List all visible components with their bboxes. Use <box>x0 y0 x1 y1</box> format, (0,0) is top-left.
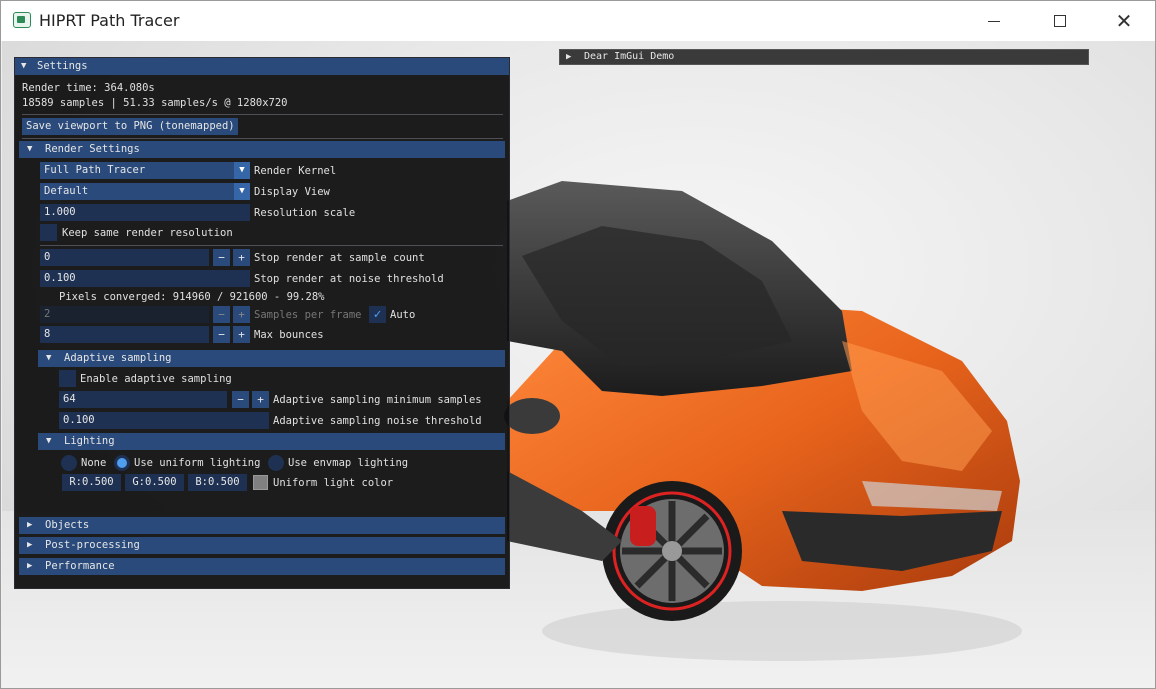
render-time-text: Render time: 364.080s <box>22 82 155 94</box>
objects-title: Objects <box>45 519 90 531</box>
post-processing-header[interactable]: ▶ Post-processing <box>19 537 505 554</box>
adaptive-min-samples-input[interactable]: 64 <box>59 391 227 408</box>
close-icon: ✕ <box>1115 9 1133 33</box>
expanded-arrow-icon: ▼ <box>46 353 52 363</box>
adaptive-noise-threshold-input[interactable]: 0.100 <box>59 412 269 429</box>
app-icon <box>13 12 31 28</box>
resolution-scale-label: Resolution scale <box>254 207 356 219</box>
adaptive-sampling-header[interactable]: ▼ Adaptive sampling <box>38 350 505 367</box>
enable-adaptive-checkbox[interactable] <box>59 370 76 387</box>
auto-checkbox[interactable]: ✓ <box>369 306 386 323</box>
adaptive-min-samples-label: Adaptive sampling minimum samples <box>273 394 482 406</box>
maximize-button[interactable] <box>1037 1 1083 41</box>
light-color-swatch[interactable] <box>253 475 268 490</box>
stop-noise-threshold-input[interactable]: 0.100 <box>40 270 250 287</box>
max-bounces-label: Max bounces <box>254 329 324 341</box>
expanded-arrow-icon: ▼ <box>27 144 33 154</box>
stop-sample-count-label: Stop render at sample count <box>254 252 425 264</box>
light-color-r-input[interactable]: R:0.500 <box>62 474 121 491</box>
increment-button[interactable]: + <box>233 326 250 343</box>
close-button[interactable]: ✕ <box>1101 1 1147 41</box>
decrement-button[interactable]: − <box>232 391 249 408</box>
lighting-envmap-label: Use envmap lighting <box>288 457 409 469</box>
expanded-arrow-icon: ▼ <box>46 436 52 446</box>
decrement-button[interactable]: − <box>213 306 230 323</box>
auto-label: Auto <box>390 309 416 321</box>
lighting-uniform-label: Use uniform lighting <box>134 457 261 469</box>
display-view-label: Display View <box>254 186 330 198</box>
increment-button[interactable]: + <box>252 391 269 408</box>
minimize-button[interactable] <box>971 1 1017 41</box>
keep-resolution-label: Keep same render resolution <box>62 227 233 239</box>
light-color-g-input[interactable]: G:0.500 <box>125 474 184 491</box>
save-viewport-button[interactable]: Save viewport to PNG (tonemapped) <box>22 118 238 135</box>
lighting-header[interactable]: ▼ Lighting <box>38 433 505 450</box>
render-viewport[interactable]: ▶ Dear ImGui Demo ▼ Settings Render time… <box>2 41 1155 688</box>
performance-header[interactable]: ▶ Performance <box>19 558 505 575</box>
demo-window-title: Dear ImGui Demo <box>584 51 675 62</box>
title-bar[interactable]: HIPRT Path Tracer ✕ <box>1 1 1155 41</box>
separator <box>22 114 503 115</box>
minimize-icon <box>988 20 1000 22</box>
app-window: HIPRT Path Tracer ✕ ▶ Dear ImGui Demo ▼ … <box>0 0 1156 689</box>
samples-per-frame-label: Samples per frame <box>254 309 362 321</box>
objects-header[interactable]: ▶ Objects <box>19 517 505 534</box>
increment-button[interactable]: + <box>233 306 250 323</box>
lighting-envmap-radio[interactable] <box>268 455 284 471</box>
light-color-label: Uniform light color <box>273 477 394 489</box>
lighting-uniform-radio[interactable] <box>114 455 130 471</box>
settings-window: ▼ Settings Render time: 364.080s 18589 s… <box>14 57 510 589</box>
enable-adaptive-label: Enable adaptive sampling <box>80 373 232 385</box>
increment-button[interactable]: + <box>233 249 250 266</box>
demo-window-collapsed[interactable]: ▶ Dear ImGui Demo <box>559 49 1089 65</box>
keep-resolution-checkbox[interactable] <box>40 224 57 241</box>
separator <box>40 245 503 246</box>
resolution-scale-input[interactable]: 1.000 <box>40 204 250 221</box>
chevron-down-icon[interactable]: ▼ <box>234 162 250 179</box>
render-settings-title: Render Settings <box>45 143 140 155</box>
collapsed-arrow-icon: ▶ <box>27 520 33 530</box>
render-kernel-label: Render Kernel <box>254 165 337 177</box>
lighting-none-label: None <box>81 457 107 469</box>
max-bounces-input[interactable]: 8 <box>40 326 209 343</box>
expanded-arrow-icon: ▼ <box>21 61 27 71</box>
collapsed-arrow-icon: ▶ <box>27 561 33 571</box>
adaptive-noise-threshold-label: Adaptive sampling noise threshold <box>273 415 482 427</box>
display-view-combo[interactable]: Default <box>40 183 234 200</box>
chevron-down-icon[interactable]: ▼ <box>234 183 250 200</box>
collapsed-arrow-icon: ▶ <box>566 52 572 62</box>
pixels-converged-text: Pixels converged: 914960 / 921600 - 99.2… <box>59 291 325 303</box>
collapsed-arrow-icon: ▶ <box>27 540 33 550</box>
lighting-title: Lighting <box>64 435 115 447</box>
settings-title: Settings <box>37 60 88 72</box>
light-color-b-input[interactable]: B:0.500 <box>188 474 247 491</box>
adaptive-sampling-title: Adaptive sampling <box>64 352 172 364</box>
render-kernel-combo[interactable]: Full Path Tracer <box>40 162 234 179</box>
post-processing-title: Post-processing <box>45 539 140 551</box>
decrement-button[interactable]: − <box>213 326 230 343</box>
render-settings-header[interactable]: ▼ Render Settings <box>19 141 505 158</box>
samples-info-text: 18589 samples | 51.33 samples/s @ 1280x7… <box>22 97 288 109</box>
decrement-button[interactable]: − <box>213 249 230 266</box>
lighting-none-radio[interactable] <box>61 455 77 471</box>
stop-noise-threshold-label: Stop render at noise threshold <box>254 273 444 285</box>
maximize-icon <box>1054 15 1066 27</box>
settings-header[interactable]: ▼ Settings <box>15 58 509 75</box>
stop-sample-count-input[interactable]: 0 <box>40 249 209 266</box>
separator <box>22 138 503 139</box>
performance-title: Performance <box>45 560 115 572</box>
window-title: HIPRT Path Tracer <box>39 11 180 30</box>
samples-per-frame-input[interactable]: 2 <box>40 306 209 323</box>
